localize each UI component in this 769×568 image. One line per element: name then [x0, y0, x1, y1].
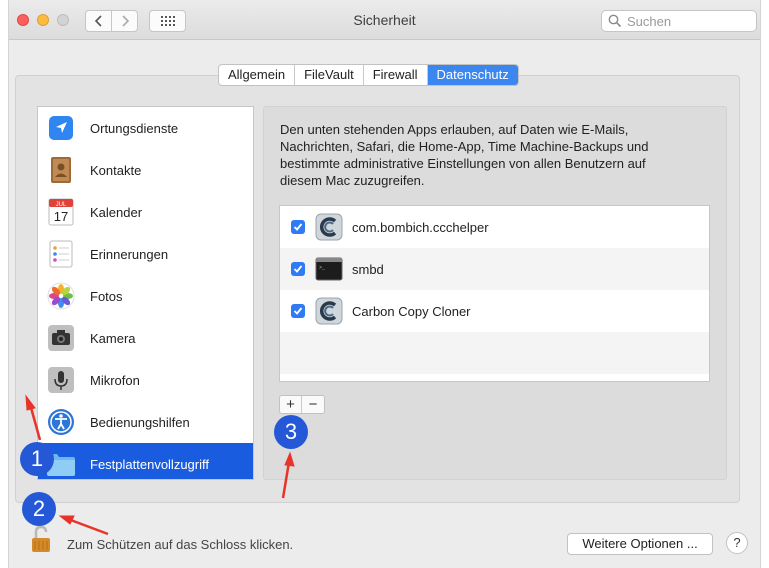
- allowed-apps-list: com.bombich.ccchelper >_ smbd Carbon Cop…: [279, 205, 710, 382]
- lock-status-text: Zum Schützen auf das Schloss klicken.: [67, 537, 294, 552]
- calendar-day-text: 17: [54, 209, 68, 224]
- search-icon: [608, 14, 622, 28]
- titlebar: Sicherheit Suchen: [9, 0, 760, 40]
- microphone-icon: [46, 365, 76, 395]
- sidebar-item-fotos[interactable]: Fotos: [38, 275, 253, 317]
- tab-firewall[interactable]: Firewall: [364, 65, 428, 85]
- app-name: smbd: [352, 261, 384, 277]
- checkmark-icon: [293, 223, 303, 231]
- sidebar-item-kontakte[interactable]: Kontakte: [38, 149, 253, 191]
- tab-bar: Allgemein FileVault Firewall Datenschutz: [218, 64, 519, 86]
- ccc-icon: [315, 297, 343, 325]
- help-button[interactable]: ?: [726, 532, 748, 554]
- tab-filevault[interactable]: FileVault: [295, 65, 364, 85]
- add-app-button[interactable]: +: [280, 396, 302, 413]
- panel-description: Den unten stehenden Apps erlauben, auf D…: [280, 122, 649, 188]
- search-placeholder: Suchen: [627, 13, 672, 29]
- sidebar-item-erinnerungen[interactable]: Erinnerungen: [38, 233, 253, 275]
- app-name: Carbon Copy Cloner: [352, 303, 471, 319]
- annotation-badge-3: 3: [274, 415, 308, 449]
- checkmark-icon: [293, 307, 303, 315]
- app-checkbox[interactable]: [291, 304, 305, 318]
- sidebar-item-festplattenvollzugriff[interactable]: Festplattenvollzugriff: [38, 443, 253, 479]
- sidebar-item-label: Kontakte: [90, 162, 142, 178]
- reminders-icon: [46, 239, 76, 269]
- list-item[interactable]: Carbon Copy Cloner: [280, 290, 709, 332]
- checkmark-icon: [293, 265, 303, 273]
- sidebar-item-label: Erinnerungen: [90, 246, 169, 262]
- sidebar-item-bedienungshilfen[interactable]: Bedienungshilfen: [38, 401, 253, 443]
- sidebar-item-kamera[interactable]: Kamera: [38, 317, 253, 359]
- terminal-icon: >_: [315, 257, 343, 281]
- add-remove-buttons: + −: [279, 395, 325, 414]
- privacy-category-list: Ortungsdienste Kontakte JUL 17 Kalender …: [37, 106, 254, 480]
- accessibility-icon: [46, 407, 76, 437]
- empty-list-row: [280, 332, 709, 374]
- location-arrow-icon: [46, 113, 76, 143]
- app-name: com.bombich.ccchelper: [352, 219, 489, 235]
- sidebar-item-label: Festplattenvollzugriff: [90, 456, 209, 472]
- calendar-icon: JUL 17: [46, 197, 76, 227]
- app-checkbox[interactable]: [291, 262, 305, 276]
- sidebar-item-label: Bedienungshilfen: [90, 414, 190, 430]
- app-checkbox[interactable]: [291, 220, 305, 234]
- sidebar-item-ortungsdienste[interactable]: Ortungsdienste: [38, 107, 253, 149]
- list-item[interactable]: >_ smbd: [280, 248, 709, 290]
- list-item[interactable]: com.bombich.ccchelper: [280, 206, 709, 248]
- sidebar-item-kalender[interactable]: JUL 17 Kalender: [38, 191, 253, 233]
- calendar-month-text: JUL: [56, 202, 67, 208]
- svg-text:>_: >_: [319, 265, 326, 271]
- sidebar-item-label: Kalender: [90, 204, 143, 220]
- search-field[interactable]: Suchen: [601, 10, 757, 32]
- tab-allgemein[interactable]: Allgemein: [219, 65, 296, 85]
- contacts-book-icon: [46, 155, 76, 185]
- tab-datenschutz[interactable]: Datenschutz: [427, 65, 518, 85]
- annotation-badge-1: 1: [20, 442, 54, 476]
- sidebar-item-label: Kamera: [90, 330, 136, 346]
- sidebar-item-label: Fotos: [90, 288, 123, 304]
- more-options-button[interactable]: Weitere Optionen ...: [567, 533, 713, 555]
- ccc-icon: [315, 213, 343, 241]
- lock-icon[interactable]: [30, 524, 52, 554]
- annotation-badge-2: 2: [22, 492, 56, 526]
- sidebar-item-mikrofon[interactable]: Mikrofon: [38, 359, 253, 401]
- sidebar-item-label: Ortungsdienste: [90, 120, 179, 136]
- sidebar-item-label: Mikrofon: [90, 372, 140, 388]
- remove-app-button[interactable]: −: [302, 396, 324, 413]
- camera-icon: [46, 323, 76, 353]
- photos-flower-icon: [46, 281, 76, 311]
